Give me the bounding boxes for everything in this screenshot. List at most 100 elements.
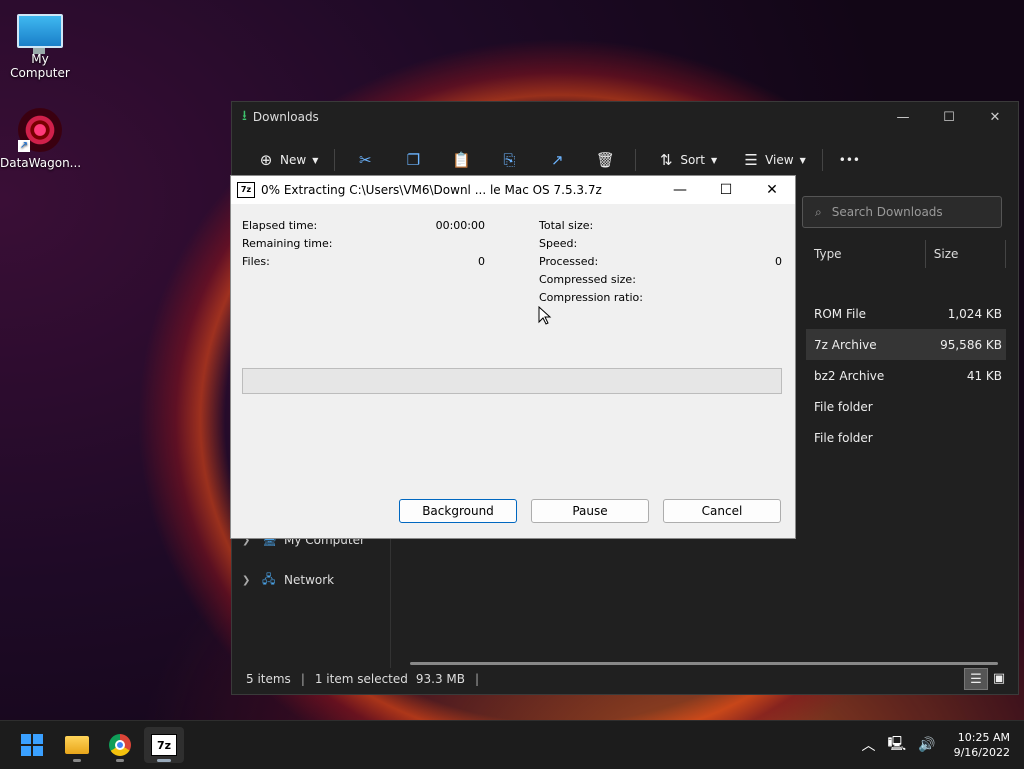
search-input[interactable]: ⌕ Search Downloads [802, 196, 1002, 228]
chevron-down-icon: ▼ [710, 155, 718, 165]
pause-button[interactable]: Pause [531, 499, 649, 523]
ellipsis-icon: ••• [838, 153, 860, 167]
start-icon [21, 734, 43, 756]
7zip-icon: 7z [237, 182, 255, 198]
explorer-toolbar: ⊕ New ▼ ✂ ❐ 📋 ⎘ ↗ 🗑 ⇅ Sort ▼ ☰ View ▼ ••… [242, 142, 1018, 178]
processed-value: 0 [775, 255, 782, 268]
speed-label: Speed: [539, 237, 578, 250]
total-size-label: Total size: [539, 219, 594, 232]
taskbar-7zip[interactable]: 7z [144, 727, 184, 763]
sort-icon: ⇅ [660, 151, 673, 169]
desktop-icon-label: DataWagon... [0, 156, 82, 170]
file-explorer-icon [65, 736, 89, 754]
chevron-down-icon: ▼ [312, 155, 319, 165]
shortcut-arrow-icon: ↗ [18, 140, 30, 152]
background-button[interactable]: Background [399, 499, 517, 523]
column-headers: Type Size [806, 240, 1006, 268]
search-icon: ⌕ [815, 204, 822, 219]
mouse-cursor-icon [538, 306, 552, 325]
search-placeholder: Search Downloads [831, 205, 943, 219]
rename-button[interactable]: ⎘ [485, 145, 533, 175]
volume-icon[interactable]: 🔊 [918, 737, 935, 753]
desktop-icon-my-computer[interactable]: My Computer [0, 4, 80, 80]
plus-circle-icon: ⊕ [259, 151, 273, 169]
chevron-up-icon[interactable]: ︿ [861, 735, 875, 755]
files-value: 0 [478, 255, 485, 268]
paste-button[interactable]: 📋 [437, 145, 485, 175]
rename-icon: ⎘ [503, 151, 516, 169]
start-button[interactable] [12, 727, 52, 763]
elapsed-time-label: Elapsed time: [242, 219, 318, 232]
system-tray: ︿ 🖳 🔊 10:25 AM 9/16/2022 [855, 721, 1010, 769]
sort-label: Sort [680, 153, 705, 167]
processed-label: Processed: [539, 255, 599, 268]
tiles-view-button[interactable]: ▣ [988, 668, 1010, 688]
copy-button[interactable]: ❐ [389, 145, 437, 175]
column-header-type[interactable]: Type [806, 240, 926, 268]
file-row[interactable]: bz2 Archive 41 KB [806, 360, 1006, 391]
item-count: 5 items [246, 672, 291, 686]
scissors-icon: ✂ [359, 151, 372, 169]
share-button[interactable]: ↗ [533, 145, 581, 175]
dialog-title: 0% Extracting C:\Users\VM6\Downl ... le … [261, 183, 602, 197]
navigation-pane: ❯ 🖥 My Computer ❯ 🖧 Network [242, 528, 365, 608]
list-view-icon: ☰ [744, 151, 758, 169]
network-status-icon[interactable]: 🖳 [887, 733, 906, 757]
selection-size: 93.3 MB [415, 672, 466, 686]
trash-icon: 🗑 [595, 151, 615, 169]
copy-icon: ❐ [406, 151, 421, 169]
monitor-icon [17, 14, 63, 54]
sort-button[interactable]: ⇅ Sort ▼ [642, 145, 727, 175]
file-row[interactable]: ROM File 1,024 KB [806, 298, 1006, 329]
desktop-icon-datawagon[interactable]: ↗ DataWagon... [0, 102, 82, 170]
remaining-time-label: Remaining time: [242, 237, 333, 250]
taskbar-chrome[interactable] [100, 727, 140, 763]
dialog-title-bar: 7z 0% Extracting C:\Users\VM6\Downl ... … [231, 176, 795, 204]
more-options-button[interactable]: ••• [829, 145, 870, 175]
delete-button[interactable]: 🗑 [581, 145, 629, 175]
status-bar: 5 items | 1 item selected 93.3 MB | [246, 672, 480, 686]
paste-icon: 📋 [452, 151, 471, 169]
file-row[interactable]: File folder [806, 422, 1006, 453]
chrome-icon [109, 734, 131, 756]
dialog-close-button[interactable]: ✕ [749, 176, 795, 204]
selection-count: 1 item selected [314, 672, 408, 686]
explorer-title: Downloads [252, 110, 319, 124]
7zip-icon: 7z [151, 734, 177, 756]
chevron-down-icon: ▼ [799, 155, 806, 165]
new-button[interactable]: ⊕ New ▼ [242, 145, 328, 175]
elapsed-time-value: 00:00:00 [435, 219, 485, 232]
details-view-button[interactable]: ☰ [964, 668, 988, 690]
clock[interactable]: 10:25 AM 9/16/2022 [954, 730, 1010, 760]
taskbar: 7z ︿ 🖳 🔊 10:25 AM 9/16/2022 [0, 720, 1024, 769]
extraction-progress-bar [242, 368, 782, 394]
share-icon: ↗ [551, 151, 564, 169]
dialog-minimize-button[interactable]: — [657, 176, 703, 204]
minimize-button[interactable]: — [880, 102, 926, 132]
clock-time: 10:25 AM [957, 731, 1010, 744]
new-label: New [280, 153, 307, 167]
view-label: View [765, 153, 794, 167]
dialog-maximize-button[interactable]: ☐ [703, 176, 749, 204]
files-label: Files: [242, 255, 270, 268]
extract-progress-dialog: 7z 0% Extracting C:\Users\VM6\Downl ... … [230, 175, 796, 539]
file-row-selected[interactable]: 7z Archive 95,586 KB [806, 329, 1006, 360]
compression-ratio-label: Compression ratio: [539, 291, 643, 304]
taskbar-file-explorer[interactable] [57, 727, 97, 763]
close-button[interactable]: ✕ [972, 102, 1018, 132]
nav-label: Network [284, 573, 335, 587]
download-icon: ⭳ [242, 108, 247, 124]
chevron-right-icon[interactable]: ❯ [242, 575, 262, 586]
compressed-size-label: Compressed size: [539, 273, 636, 286]
horizontal-scrollbar[interactable] [410, 662, 998, 665]
cancel-button[interactable]: Cancel [663, 499, 781, 523]
maximize-button[interactable]: ☐ [926, 102, 972, 132]
file-list: ROM File 1,024 KB 7z Archive 95,586 KB bz2… [806, 298, 1006, 453]
clock-date: 9/16/2022 [953, 746, 1010, 759]
file-row[interactable]: File folder [806, 391, 1006, 422]
view-button[interactable]: ☰ View ▼ [727, 145, 816, 175]
cut-button[interactable]: ✂ [341, 145, 389, 175]
desktop-icon-label: My Computer [10, 52, 70, 80]
nav-item-network[interactable]: ❯ 🖧 Network [242, 568, 365, 592]
column-header-size[interactable]: Size [926, 240, 1006, 268]
